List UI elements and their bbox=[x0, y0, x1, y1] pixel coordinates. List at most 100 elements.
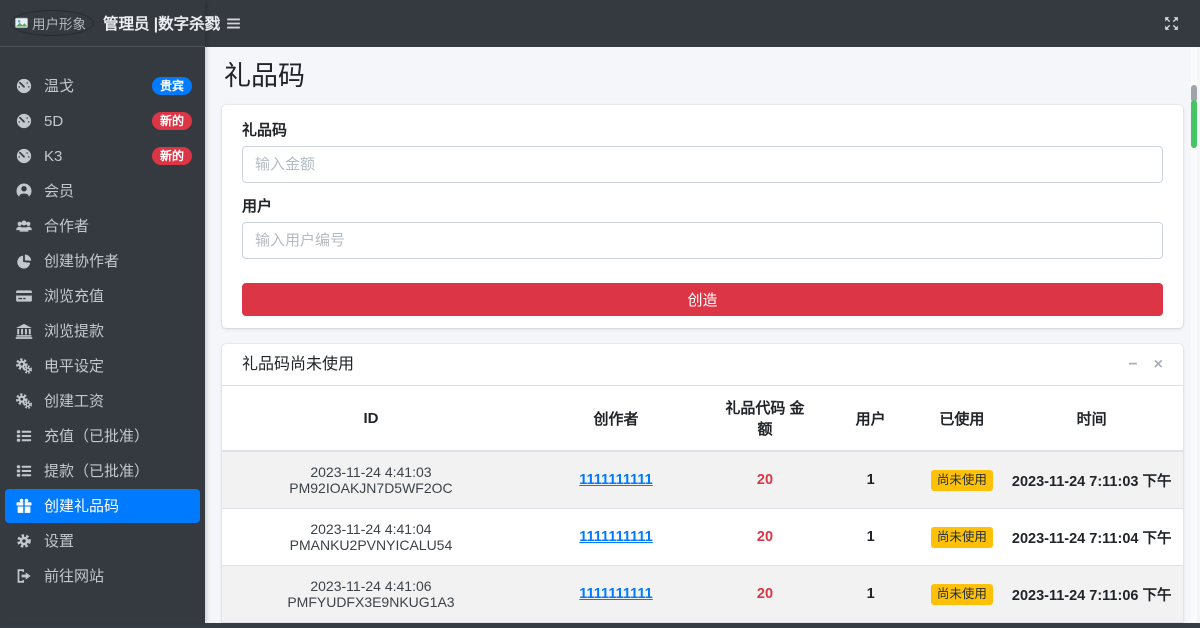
user-id-input[interactable] bbox=[242, 222, 1163, 259]
minimize-card-button[interactable]: − bbox=[1128, 355, 1138, 373]
sidebar-item-badge: 新的 bbox=[151, 147, 192, 165]
sidebar-item-label: 电平设定 bbox=[44, 357, 105, 375]
column-header-amount: 礼品代码 金额 bbox=[712, 385, 818, 452]
status-badge: 尚未使用 bbox=[930, 526, 993, 548]
cell-id: 2023-11-24 4:41:03 PM92IOAKJN7D5WF2OC bbox=[222, 450, 520, 509]
sidebar-item-withdrawal-approved[interactable]: 提款（已批准） bbox=[5, 454, 200, 488]
sidebar-item-create-salary[interactable]: 创建工资 bbox=[5, 384, 200, 418]
sidebar-item-label: 前往网站 bbox=[44, 567, 105, 585]
cell-id: 2023-11-24 4:41:06 PMFYUDFX3E9NKUG1A3 bbox=[222, 565, 520, 623]
sidebar-item-goto-website[interactable]: 前往网站 bbox=[5, 559, 200, 593]
status-badge: 尚未使用 bbox=[930, 469, 993, 491]
page-title: 礼品码 bbox=[224, 61, 305, 91]
sidebar-item-create-giftcode[interactable]: 创建礼品码 bbox=[5, 489, 200, 523]
giftcode-amount-input[interactable] bbox=[242, 146, 1163, 183]
cell-time: 2023-11-24 7:11:03 下午 bbox=[1000, 450, 1183, 509]
user-label: 用户 bbox=[242, 198, 273, 215]
sidebar-item-label: K3 bbox=[44, 147, 63, 165]
top-navbar bbox=[205, 0, 1200, 47]
cell-amount: 20 bbox=[712, 450, 818, 509]
card-title: 礼品码尚未使用 bbox=[242, 356, 355, 373]
cell-user: 1 bbox=[817, 565, 924, 623]
broken-image-icon bbox=[14, 16, 29, 30]
expand-arrows-icon bbox=[1163, 15, 1180, 32]
cell-time: 2023-11-24 7:11:04 下午 bbox=[1000, 508, 1183, 566]
sidebar-item-label: 5D bbox=[44, 112, 64, 130]
brand-header[interactable]: 用户形象 管理员 |数字杀戮 bbox=[0, 0, 220, 47]
sidebar-item-5d[interactable]: 5D 新的 bbox=[5, 104, 200, 138]
hamburger-icon bbox=[225, 15, 242, 32]
gear-icon bbox=[15, 532, 33, 550]
sidebar-nav: 温戈 贵宾 5D 新的 K3 新的 会员 合作者 创建协作者 浏览充值 浏览提款 bbox=[0, 69, 205, 593]
creator-link[interactable]: 1111111111 bbox=[579, 586, 652, 602]
fullscreen-button[interactable] bbox=[1159, 11, 1184, 36]
gift-icon bbox=[15, 497, 33, 515]
sidebar-item-create-collaborator[interactable]: 创建协作者 bbox=[5, 244, 200, 278]
close-card-button[interactable]: × bbox=[1153, 355, 1163, 373]
sidebar-item-label: 浏览充值 bbox=[44, 287, 105, 305]
tachometer-icon bbox=[15, 77, 33, 95]
unused-giftcodes-card: 礼品码尚未使用 − × ID 创作者 礼品代码 金额 用户 已使用 时间 202… bbox=[222, 344, 1183, 623]
sidebar-item-wengo[interactable]: 温戈 贵宾 bbox=[5, 69, 200, 103]
users-icon bbox=[15, 217, 33, 235]
create-button[interactable]: 创造 bbox=[242, 283, 1163, 316]
column-header-time: 时间 bbox=[1000, 385, 1183, 452]
cell-amount: 20 bbox=[712, 508, 818, 566]
bank-icon bbox=[15, 322, 33, 340]
status-badge: 尚未使用 bbox=[930, 583, 993, 605]
tachometer-icon bbox=[15, 147, 33, 165]
sidebar-item-settings[interactable]: 设置 bbox=[5, 524, 200, 558]
list-icon bbox=[15, 427, 33, 445]
sidebar-item-level-setting[interactable]: 电平设定 bbox=[5, 349, 200, 383]
creator-link[interactable]: 1111111111 bbox=[579, 529, 652, 545]
sidebar-toggle-button[interactable] bbox=[221, 11, 246, 36]
credit-card-icon bbox=[15, 287, 33, 305]
brand-logo: 用户形象 bbox=[10, 10, 94, 36]
sidebar-item-partners[interactable]: 合作者 bbox=[5, 209, 200, 243]
sidebar-item-label: 合作者 bbox=[44, 217, 90, 235]
creator-link[interactable]: 1111111111 bbox=[579, 472, 652, 488]
giftcode-amount-label: 礼品码 bbox=[242, 122, 288, 139]
sidebar-item-badge: 新的 bbox=[151, 112, 192, 130]
bottom-bar bbox=[0, 623, 1200, 628]
sidebar-item-label: 会员 bbox=[44, 182, 75, 200]
user-circle-icon bbox=[15, 182, 33, 200]
sidebar-item-badge: 贵宾 bbox=[151, 77, 192, 95]
sidebar-item-k3[interactable]: K3 新的 bbox=[5, 139, 200, 173]
cell-id: 2023-11-24 4:41:04 PMANKU2PVNYICALU54 bbox=[222, 508, 520, 566]
sidebar-item-label: 浏览提款 bbox=[44, 322, 105, 340]
table-body: 2023-11-24 4:41:03 PM92IOAKJN7D5WF2OC 11… bbox=[222, 450, 1183, 623]
sidebar: 用户形象 管理员 |数字杀戮 温戈 贵宾 5D 新的 K3 新的 会员 合作者 … bbox=[0, 0, 220, 623]
table-row: 2023-11-24 4:41:06 PMFYUDFX3E9NKUG1A3 11… bbox=[222, 565, 1183, 623]
cell-amount: 20 bbox=[712, 565, 818, 623]
brand-title: 管理员 |数字杀戮 bbox=[103, 16, 221, 33]
table-header-row: ID 创作者 礼品代码 金额 用户 已使用 时间 bbox=[222, 385, 1183, 452]
sidebar-item-label: 充值（已批准） bbox=[44, 427, 150, 445]
create-giftcode-card: 礼品码 用户 创造 bbox=[222, 105, 1183, 328]
content-area: 礼品码 礼品码 用户 创造 礼品码尚未使用 − × bbox=[205, 47, 1200, 623]
sidebar-item-browse-withdrawal[interactable]: 浏览提款 bbox=[5, 314, 200, 348]
cell-user: 1 bbox=[817, 508, 924, 566]
scrollbar-thumb-green[interactable] bbox=[1191, 100, 1197, 148]
brand-logo-alt-text: 用户形象 bbox=[32, 17, 86, 32]
table-row: 2023-11-24 4:41:04 PMANKU2PVNYICALU54 11… bbox=[222, 508, 1183, 566]
sidebar-item-label: 创建协作者 bbox=[44, 252, 120, 270]
sidebar-item-label: 创建礼品码 bbox=[44, 497, 120, 515]
tachometer-icon bbox=[15, 112, 33, 130]
column-header-creator: 创作者 bbox=[519, 385, 713, 452]
table-row: 2023-11-24 4:41:03 PM92IOAKJN7D5WF2OC 11… bbox=[222, 450, 1183, 509]
minus-icon: − bbox=[1128, 355, 1138, 373]
sidebar-item-label: 提款（已批准） bbox=[44, 462, 150, 480]
cell-time: 2023-11-24 7:11:06 下午 bbox=[1000, 565, 1183, 623]
sidebar-item-label: 设置 bbox=[44, 532, 75, 550]
sign-out-icon bbox=[15, 567, 33, 585]
giftcodes-table: ID 创作者 礼品代码 金额 用户 已使用 时间 2023-11-24 4:41… bbox=[222, 385, 1183, 623]
list-icon bbox=[15, 462, 33, 480]
sidebar-item-recharge-approved[interactable]: 充值（已批准） bbox=[5, 419, 200, 453]
sidebar-item-members[interactable]: 会员 bbox=[5, 174, 200, 208]
close-icon: × bbox=[1153, 355, 1163, 373]
sidebar-item-label: 温戈 bbox=[44, 77, 75, 95]
sidebar-item-label: 创建工资 bbox=[44, 392, 105, 410]
sidebar-item-browse-recharge[interactable]: 浏览充值 bbox=[5, 279, 200, 313]
column-header-user: 用户 bbox=[817, 385, 924, 452]
